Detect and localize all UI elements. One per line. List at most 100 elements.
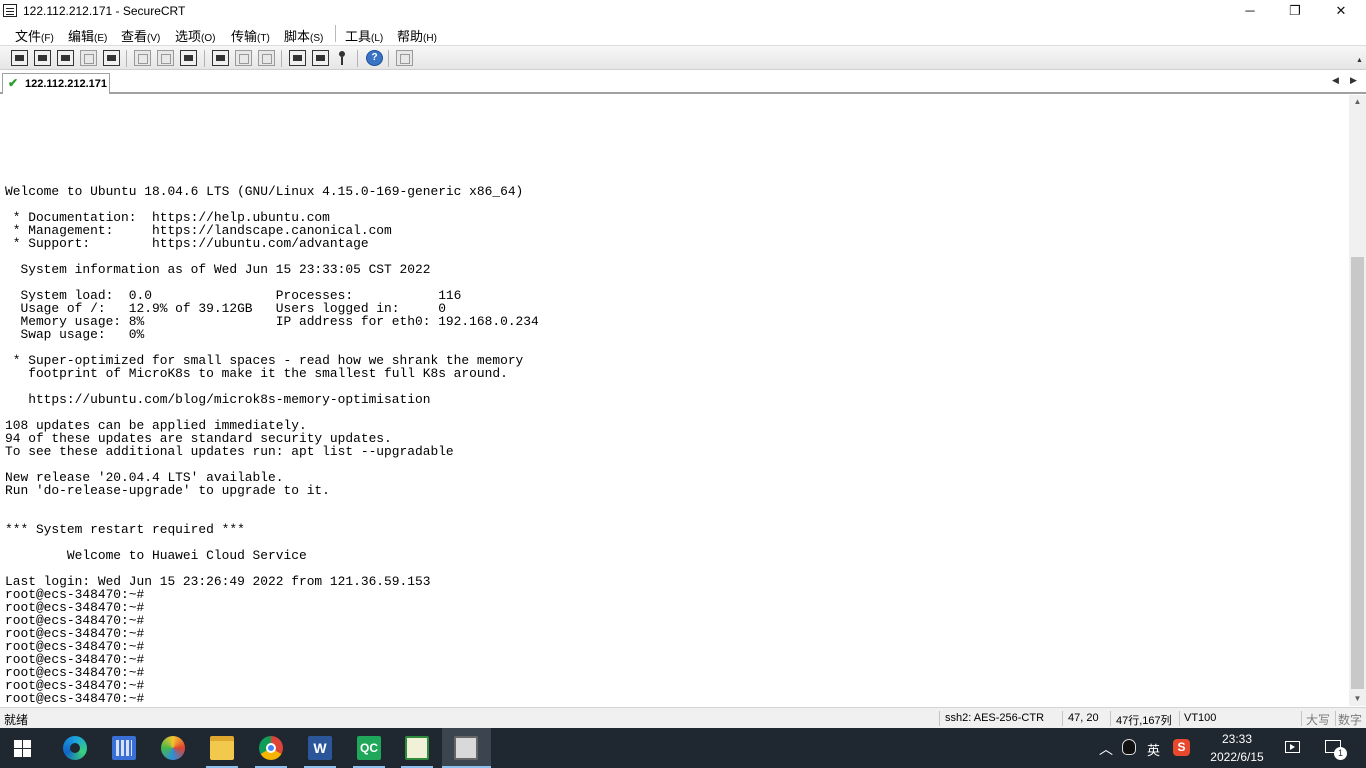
disconnect-icon[interactable]: [103, 50, 120, 66]
status-separator: [1179, 711, 1180, 726]
ime-language-indicator[interactable]: 英: [1147, 740, 1160, 759]
securecrt-taskbar-button[interactable]: [442, 728, 491, 768]
status-separator: [1110, 711, 1111, 726]
scroll-up-icon[interactable]: ▲: [1349, 95, 1366, 109]
status-separator: [939, 711, 940, 726]
print-selection-icon[interactable]: [235, 50, 252, 66]
status-terminal-size: 47行,167列: [1116, 715, 1172, 727]
status-separator: [1062, 711, 1063, 726]
securecrt-icon: [454, 736, 478, 760]
qc-app-icon[interactable]: QC: [357, 736, 381, 760]
word-icon[interactable]: W: [308, 736, 332, 760]
menu-help[interactable]: 帮助(H): [397, 26, 437, 45]
session-options-icon[interactable]: [289, 50, 306, 66]
copy-icon[interactable]: [134, 50, 151, 66]
status-separator: [1335, 711, 1336, 726]
reconnect-icon[interactable]: [80, 50, 97, 66]
terminal-output: Welcome to Ubuntu 18.04.6 LTS (GNU/Linux…: [5, 184, 539, 706]
securecrt-app-icon[interactable]: [3, 4, 17, 17]
help-icon[interactable]: ?: [366, 50, 383, 66]
menu-help-key: (H): [423, 33, 437, 44]
menu-edit-label: 编辑: [68, 29, 95, 44]
title-bar: 122.112.212.171 - SecureCRT ─ ❐ ✕: [0, 0, 1366, 22]
toolbar-separator: [281, 50, 282, 67]
toolbar-separator: [388, 50, 389, 67]
tab-session[interactable]: ✔ 122.112.212.171: [2, 73, 110, 94]
menu-options[interactable]: 选项(O): [175, 26, 215, 45]
status-num-lock: 数字: [1338, 713, 1363, 727]
tab-scroll-left-icon[interactable]: ◀: [1332, 75, 1339, 86]
status-separator: [1301, 711, 1302, 726]
tray-overflow-chevron-icon[interactable]: ︿: [1099, 739, 1113, 759]
minimize-button[interactable]: ─: [1227, 0, 1273, 22]
scroll-down-icon[interactable]: ▼: [1349, 692, 1366, 706]
menu-view-label: 查看: [121, 29, 148, 44]
toolbar-separator: [357, 50, 358, 67]
menu-separator: [335, 25, 336, 42]
key-icon[interactable]: [334, 50, 351, 66]
status-ready: 就绪: [4, 713, 29, 727]
clock-date[interactable]: 2022/6/15: [1200, 750, 1274, 764]
qq-icon[interactable]: [1122, 739, 1136, 755]
menu-help-label: 帮助: [397, 29, 424, 44]
start-menu-icon[interactable]: [14, 740, 31, 757]
menu-script[interactable]: 脚本(S): [284, 26, 323, 45]
window-title: 122.112.212.171 - SecureCRT: [23, 4, 186, 18]
print-icon[interactable]: [212, 50, 229, 66]
file-explorer-icon[interactable]: [210, 736, 234, 760]
connect-icon[interactable]: [11, 50, 28, 66]
menu-file[interactable]: 文件(F): [15, 26, 54, 45]
connect-in-tab-icon[interactable]: [57, 50, 74, 66]
sogou-ime-icon[interactable]: S: [1173, 739, 1190, 756]
menu-tools-label: 工具: [345, 29, 372, 44]
tab-scroll-right-icon[interactable]: ▶: [1350, 75, 1357, 86]
close-button[interactable]: ✕: [1318, 0, 1364, 22]
menu-tools[interactable]: 工具(L): [345, 26, 383, 45]
menu-transfer[interactable]: 传输(T): [231, 26, 270, 45]
menu-transfer-key: (T): [257, 33, 270, 44]
tab-bar: ✔ 122.112.212.171: [0, 70, 1366, 94]
toolbar-scroll-up-icon[interactable]: ▲: [1356, 57, 1363, 64]
calculator-icon[interactable]: [112, 736, 136, 760]
menu-script-label: 脚本: [284, 29, 311, 44]
menu-options-label: 选项: [175, 29, 202, 44]
show-desktop-icon[interactable]: [1285, 741, 1300, 753]
scroll-thumb[interactable]: [1351, 257, 1364, 689]
terminal-scrollbar[interactable]: ▲ ▼: [1349, 95, 1366, 706]
menu-file-label: 文件: [15, 29, 42, 44]
menu-edit[interactable]: 编辑(E): [68, 26, 107, 45]
status-caps-lock: 大写: [1306, 713, 1331, 727]
menu-file-key: (F): [41, 33, 54, 44]
paste-icon[interactable]: [157, 50, 174, 66]
menu-edit-key: (E): [94, 33, 108, 44]
clock-time[interactable]: 23:33: [1210, 732, 1264, 746]
tab-session-label: 122.112.212.171: [25, 78, 107, 90]
menu-bar: 文件(F) 编辑(E) 查看(V) 选项(O) 传输(T) 脚本(S) 工具(L…: [0, 22, 1366, 44]
status-cursor-position: 47, 20: [1068, 712, 1099, 724]
edge-browser-icon[interactable]: [63, 736, 87, 760]
connected-check-icon: ✔: [8, 76, 19, 90]
sftp-icon[interactable]: [396, 50, 413, 66]
restore-button[interactable]: ❐: [1272, 0, 1318, 22]
menu-tools-key: (L): [371, 33, 384, 44]
paint-icon[interactable]: [161, 736, 185, 760]
status-protocol: ssh2: AES-256-CTR: [945, 712, 1045, 724]
global-options-icon[interactable]: [312, 50, 329, 66]
status-bar: 就绪 ssh2: AES-256-CTR 47, 20 47行,167列 VT1…: [0, 707, 1366, 728]
menu-view[interactable]: 查看(V): [121, 26, 160, 45]
menu-transfer-label: 传输: [231, 29, 258, 44]
menu-options-key: (O): [201, 33, 216, 44]
notepad-icon[interactable]: [405, 736, 429, 760]
toolbar-separator: [126, 50, 127, 67]
windows-taskbar: W QC ︿ 英 S 23:33 2022/6/15 1: [0, 728, 1366, 768]
quick-connect-icon[interactable]: [34, 50, 51, 66]
printer-setup-icon[interactable]: [258, 50, 275, 66]
terminal-area[interactable]: Welcome to Ubuntu 18.04.6 LTS (GNU/Linux…: [0, 95, 1349, 706]
menu-script-key: (S): [310, 33, 324, 44]
chrome-icon[interactable]: [259, 736, 283, 760]
menu-view-key: (V): [147, 33, 161, 44]
notification-count-badge: 1: [1334, 747, 1347, 760]
find-icon[interactable]: [180, 50, 197, 66]
status-emulation: VT100: [1184, 712, 1217, 724]
toolbar-separator: [204, 50, 205, 67]
